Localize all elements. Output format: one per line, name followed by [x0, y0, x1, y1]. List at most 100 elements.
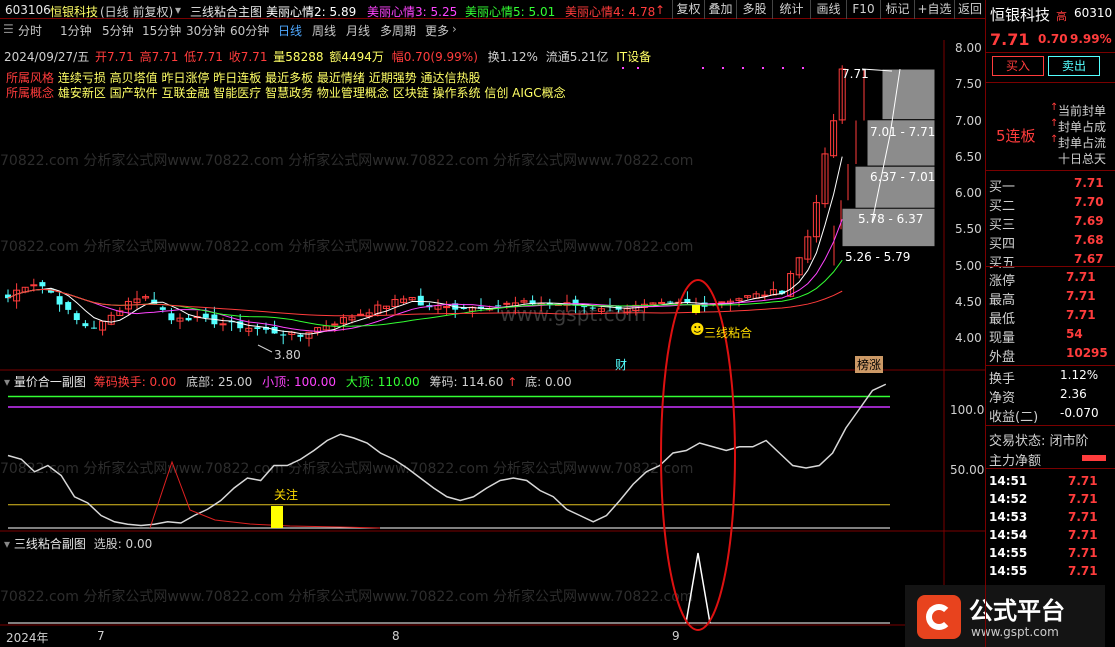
quote-panel: 恒银科技 高 60310 7.71 0.70 9.99% 买入 卖出 5连板 当…: [985, 0, 1115, 647]
sub1-chips: 筹码: 114.60: [429, 375, 504, 389]
up-arrow-icon: ↑: [1050, 134, 1059, 145]
focus-bar: [271, 506, 283, 528]
stat-value: 10295: [1066, 346, 1108, 360]
stat-label: 最高: [989, 293, 1016, 308]
signal-dot: [722, 67, 724, 69]
stat2-value: -0.070: [1060, 406, 1099, 420]
signal-box: [692, 305, 700, 313]
stat-label: 现量: [989, 331, 1016, 346]
sub2-header: ▾ 三线粘合副图 选股: 0.00: [4, 535, 152, 552]
logo-mark-icon: [917, 595, 961, 639]
stat-label: 涨停: [989, 274, 1016, 289]
rank-marker: 榜涨: [855, 356, 884, 373]
stat-label: 外盘: [989, 350, 1016, 365]
up-arrow-icon: ↑: [1050, 102, 1059, 113]
signal-dot: [802, 67, 804, 69]
stat-value: 7.71: [1066, 308, 1096, 322]
candle-body: [168, 313, 175, 321]
up-arrow-icon: ↑: [1050, 118, 1059, 129]
candle-body: [589, 307, 596, 309]
sub1-header: ▾ 量价合一副图 筹码换手: 0.00 底部: 25.00 小顶: 100.00…: [4, 373, 572, 390]
y-tick-label: 5.00: [955, 258, 982, 273]
candle-body: [503, 302, 511, 305]
tick-price: 7.71: [1068, 546, 1098, 560]
seal-note-3: 封单占流: [1058, 136, 1107, 150]
order-book-label: 买五: [989, 256, 1016, 271]
main-flow-label: 主力净额: [989, 454, 1042, 469]
smiley-icon: ☻: [690, 322, 705, 338]
sub1-turnover: 筹码换手: 0.00: [93, 375, 177, 389]
price-zone-box: [881, 68, 936, 121]
seal-note-2: 封单占成: [1058, 120, 1107, 134]
sub2-title[interactable]: 三线粘合副图: [14, 537, 86, 551]
main-price-chart: [5, 65, 936, 353]
sub1-y-50: 50.00: [950, 463, 985, 477]
sub1-small-top: 小顶: 100.00: [262, 375, 337, 389]
x-label-year: 2024年: [6, 631, 49, 645]
stat2-value: 1.12%: [1060, 368, 1099, 382]
candle-body: [56, 296, 63, 305]
chevron-down-icon[interactable]: ▾: [4, 375, 10, 389]
x-label-jul: 7: [97, 629, 105, 643]
stat2-label: 净资: [989, 391, 1016, 406]
signal-dot: [622, 67, 624, 69]
tick-price: 7.71: [1068, 510, 1098, 524]
tick-price: 7.71: [1068, 564, 1098, 578]
trade-status: 交易状态: 闭市阶: [989, 434, 1089, 449]
candle-body: [82, 323, 89, 327]
stat-value: 54: [1066, 327, 1083, 341]
order-book-price: 7.68: [1074, 233, 1104, 247]
signal-label: 三线粘合: [704, 326, 753, 340]
buy-button[interactable]: 买入: [992, 56, 1044, 76]
x-label-sep: 9: [672, 629, 680, 643]
low-marker: 3.80: [274, 348, 301, 362]
sub1-chart: [7, 383, 890, 529]
main-flow-bar: [1082, 455, 1106, 461]
order-book-price: 7.69: [1074, 214, 1104, 228]
tick-price: 7.71: [1068, 528, 1098, 542]
tick-time: 14:55: [989, 546, 1028, 560]
tick-price: 7.71: [1068, 474, 1098, 488]
y-tick-label: 7.00: [955, 113, 982, 128]
tick-time: 14:52: [989, 492, 1028, 506]
candle-body: [718, 301, 726, 304]
candle-body: [39, 282, 46, 287]
turnover-line: [149, 460, 381, 529]
candle-body: [581, 306, 588, 308]
candle-body: [254, 327, 261, 330]
zone-label-3: 5.78 - 6.37: [858, 212, 924, 226]
trading-window: 603106 恒银科技 (日线 前复权) ▾ 三线粘合主图 美丽心情2: 5.8…: [0, 0, 1115, 647]
order-book-price: 7.70: [1074, 195, 1104, 209]
candle-body: [297, 334, 304, 337]
stat2-label: 收益(二): [989, 410, 1039, 425]
chevron-down-icon[interactable]: ▾: [4, 537, 10, 551]
y-tick-label: 7.50: [955, 77, 982, 92]
candle-body: [219, 323, 227, 326]
zone-label-1: 7.01 - 7.71: [870, 125, 936, 139]
signal-dot: [742, 67, 744, 69]
tick-time: 14:53: [989, 510, 1028, 524]
candle-body: [159, 307, 166, 310]
sub2-chart: [8, 552, 890, 624]
candle-body: [91, 327, 97, 329]
ma-line-美丽心情5: [7, 259, 843, 327]
candle-body: [658, 301, 666, 304]
order-book-price: 7.71: [1074, 176, 1104, 190]
stat-value: 7.71: [1066, 270, 1096, 284]
quote-code: 60310: [1074, 6, 1113, 20]
y-tick-label: 4.50: [955, 294, 982, 309]
quote-change: 0.70: [1038, 32, 1068, 46]
sub2-pick: 选股: 0.00: [93, 537, 153, 551]
seal-note-4: 十日总天: [1058, 152, 1107, 166]
order-book-price: 7.67: [1074, 252, 1104, 266]
signal-dot: [782, 67, 784, 69]
y-tick-label: 8.00: [955, 41, 982, 55]
quote-name: 恒银科技: [990, 6, 1051, 24]
sub1-title[interactable]: 量价合一副图: [14, 375, 86, 389]
sub1-base: 底: 0.00: [525, 375, 572, 389]
sell-button[interactable]: 卖出: [1048, 56, 1100, 76]
board-count: 5连板: [996, 127, 1036, 145]
pick-spike: [685, 552, 711, 624]
high-marker: 7.71: [842, 67, 869, 81]
candle-body: [357, 313, 365, 316]
